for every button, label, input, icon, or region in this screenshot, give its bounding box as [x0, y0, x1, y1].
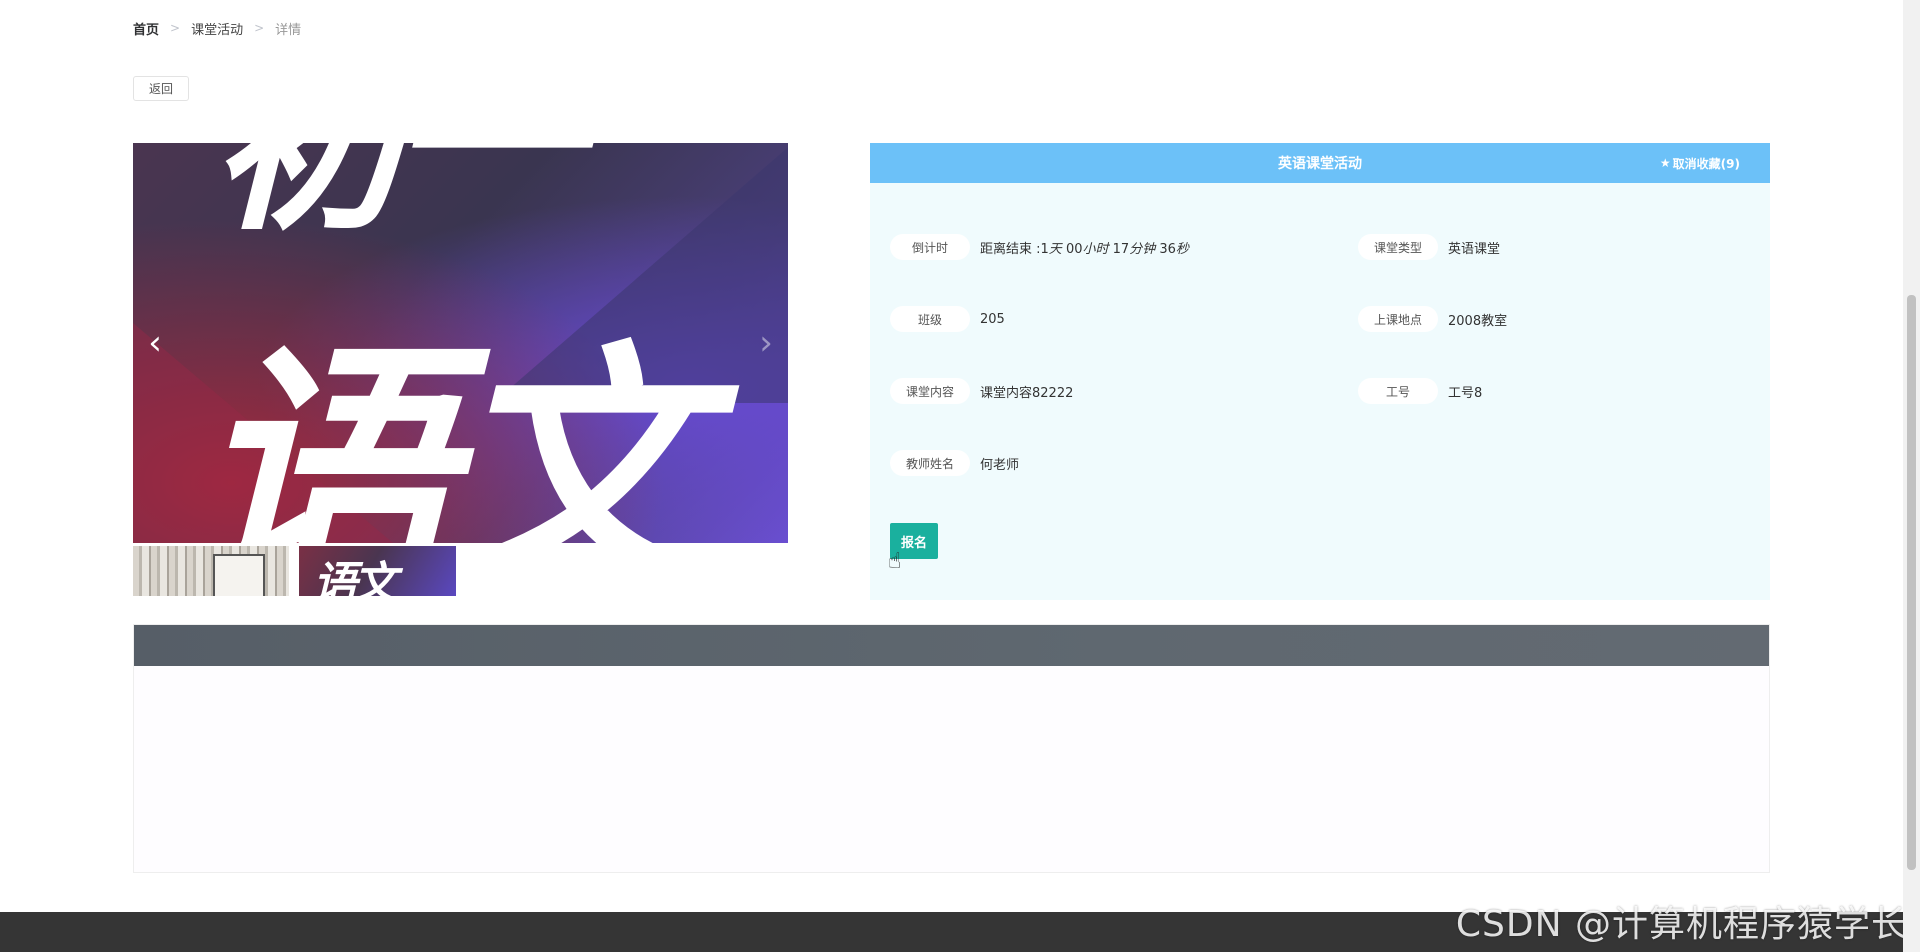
star-icon: ★ [1659, 156, 1671, 170]
field-label: 上课地点 [1358, 306, 1438, 332]
detail-title: 英语课堂活动 [1278, 156, 1362, 172]
field-label: 课堂类型 [1358, 234, 1438, 260]
image-carousel[interactable]: 初一 语文 ‹ › [133, 143, 788, 543]
field-value: 课堂内容82222 [980, 385, 1074, 401]
field-value: 2008教室 [1448, 313, 1508, 329]
back-button[interactable]: 返回 [133, 76, 189, 101]
hand-cursor-icon: ☝ [888, 549, 902, 574]
field-countdown: 倒计时 距离结束 :1天 00小时 17分钟 36秒 [890, 233, 1189, 261]
breadcrumb-home[interactable]: 首页 [133, 19, 159, 38]
chevron-right-icon[interactable]: › [751, 323, 781, 363]
countdown-value: 距离结束 :1天 00小时 17分钟 36秒 [980, 241, 1189, 257]
carousel-thumbnails: 语文 [133, 546, 456, 596]
field-label: 工号 [1358, 378, 1438, 404]
field-content: 课堂内容 课堂内容82222 [890, 377, 1073, 405]
field-label: 倒计时 [890, 234, 970, 260]
field-label: 班级 [890, 306, 970, 332]
chevron-left-icon[interactable]: ‹ [140, 323, 170, 363]
thumbnail-text: 语文 [313, 558, 397, 597]
unfavorite-button[interactable]: ★ 取消收藏(9) [1660, 143, 1740, 183]
favorite-label: 取消收藏(9) [1672, 156, 1740, 171]
carousel-thumbnail[interactable] [133, 546, 289, 596]
field-label: 教师姓名 [890, 450, 970, 476]
breadcrumb: 首页 > 课堂活动 > 详情 [133, 18, 301, 38]
breadcrumb-separator: > [254, 21, 265, 35]
carousel-image-text-main: 语文 [193, 322, 703, 543]
scrollbar-thumb[interactable] [1907, 295, 1916, 870]
content-panel-header-bar [134, 625, 1769, 666]
watermark-text: CSDN @计算机程序猿学长 [1455, 904, 1908, 945]
carousel-thumbnail[interactable]: 语文 [299, 546, 456, 596]
breadcrumb-section[interactable]: 课堂活动 [191, 19, 243, 38]
breadcrumb-separator: > [170, 21, 181, 35]
field-class: 班级 205 [890, 305, 1005, 333]
activity-detail-panel: 英语课堂活动 ★ 取消收藏(9) 倒计时 距离结束 :1天 00小时 17分钟 … [870, 143, 1770, 600]
vertical-scrollbar[interactable] [1903, 0, 1920, 952]
field-value: 工号8 [1448, 385, 1483, 401]
field-location: 上课地点 2008教室 [1358, 305, 1507, 333]
content-panel [133, 624, 1770, 873]
carousel-image-text-top: 初一 [211, 143, 581, 256]
field-staff-no: 工号 工号8 [1358, 377, 1482, 405]
field-label: 课堂内容 [890, 378, 970, 404]
breadcrumb-current: 详情 [275, 22, 302, 38]
field-value: 英语课堂 [1448, 241, 1501, 257]
detail-header: 英语课堂活动 ★ 取消收藏(9) [870, 143, 1770, 183]
field-value: 205 [980, 311, 1005, 327]
field-course-type: 课堂类型 英语课堂 [1358, 233, 1500, 261]
field-value: 何老师 [980, 457, 1020, 473]
field-teacher: 教师姓名 何老师 [890, 449, 1019, 477]
